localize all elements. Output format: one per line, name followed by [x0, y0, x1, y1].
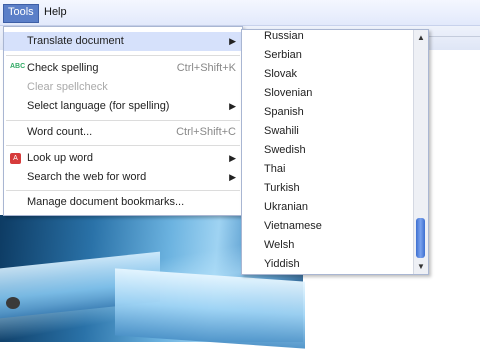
submenu-scrollbar[interactable]: ▲ ▼: [413, 30, 428, 274]
language-option[interactable]: Russian: [264, 30, 304, 46]
language-option[interactable]: Spanish: [264, 103, 304, 122]
menu-item-search-web[interactable]: Search the web for word ▶: [4, 168, 242, 187]
menu-item-look-up-word[interactable]: A Look up word ▶: [4, 149, 242, 168]
menu-item-check-spelling[interactable]: ABC Check spelling Ctrl+Shift+K: [4, 59, 242, 78]
language-option[interactable]: Yiddish: [264, 255, 300, 274]
language-option[interactable]: Vietnamese: [264, 217, 322, 236]
menu-item-label: Check spelling: [27, 62, 99, 74]
scroll-up-arrow-icon[interactable]: ▲: [414, 31, 428, 44]
menu-item-clear-spellcheck: Clear spellcheck: [4, 78, 242, 97]
menu-item-label: Look up word: [27, 152, 94, 164]
language-option[interactable]: Slovak: [264, 65, 297, 84]
menu-item-label: Search the web for word: [27, 171, 147, 183]
language-option[interactable]: Swedish: [264, 141, 306, 160]
image-ice-floe: [115, 268, 305, 349]
language-option[interactable]: Ukranian: [264, 198, 308, 217]
menu-separator: [6, 120, 240, 121]
spellcheck-icon: ABC: [10, 63, 26, 70]
image-rock: [6, 297, 20, 309]
language-option[interactable]: Slovenian: [264, 84, 312, 103]
menu-item-label: Translate document: [27, 35, 124, 47]
language-option[interactable]: Thai: [264, 160, 285, 179]
menu-item-select-language[interactable]: Select language (for spelling) ▶: [4, 97, 242, 116]
menu-item-shortcut: Ctrl+Shift+K: [176, 62, 236, 74]
scroll-down-arrow-icon[interactable]: ▼: [414, 260, 428, 273]
menu-item-label: Clear spellcheck: [27, 81, 108, 93]
language-option[interactable]: Welsh: [264, 236, 294, 255]
submenu-arrow-icon: ▶: [229, 153, 236, 163]
menu-item-word-count[interactable]: Word count... Ctrl+Shift+C: [4, 123, 242, 142]
language-option[interactable]: Turkish: [264, 179, 300, 198]
menu-item-label: Manage document bookmarks...: [27, 196, 185, 208]
menu-item-manage-bookmarks[interactable]: Manage document bookmarks...: [4, 193, 242, 212]
language-option[interactable]: Serbian: [264, 46, 302, 65]
menu-help[interactable]: Help: [40, 4, 71, 21]
scrollbar-thumb[interactable]: [416, 218, 425, 258]
menu-item-translate-document[interactable]: Translate document ▶: [4, 32, 242, 51]
tools-dropdown-menu: Translate document ▶ ABC Check spelling …: [3, 26, 243, 216]
menu-separator: [6, 145, 240, 146]
menu-separator: [6, 190, 240, 191]
translate-language-submenu: Russian Serbian Slovak Slovenian Spanish…: [241, 29, 429, 275]
menu-item-label: Select language (for spelling): [27, 100, 170, 112]
dictionary-icon: A: [10, 153, 21, 164]
submenu-arrow-icon: ▶: [229, 172, 236, 182]
submenu-arrow-icon: ▶: [229, 101, 236, 111]
menu-bar: Tools Help: [0, 0, 480, 26]
language-option[interactable]: Swahili: [264, 122, 299, 141]
submenu-arrow-icon: ▶: [229, 36, 236, 46]
menu-separator: [6, 55, 240, 56]
menu-item-shortcut: Ctrl+Shift+C: [176, 126, 236, 138]
menu-item-label: Word count...: [27, 126, 93, 138]
menu-tools[interactable]: Tools: [3, 4, 39, 23]
